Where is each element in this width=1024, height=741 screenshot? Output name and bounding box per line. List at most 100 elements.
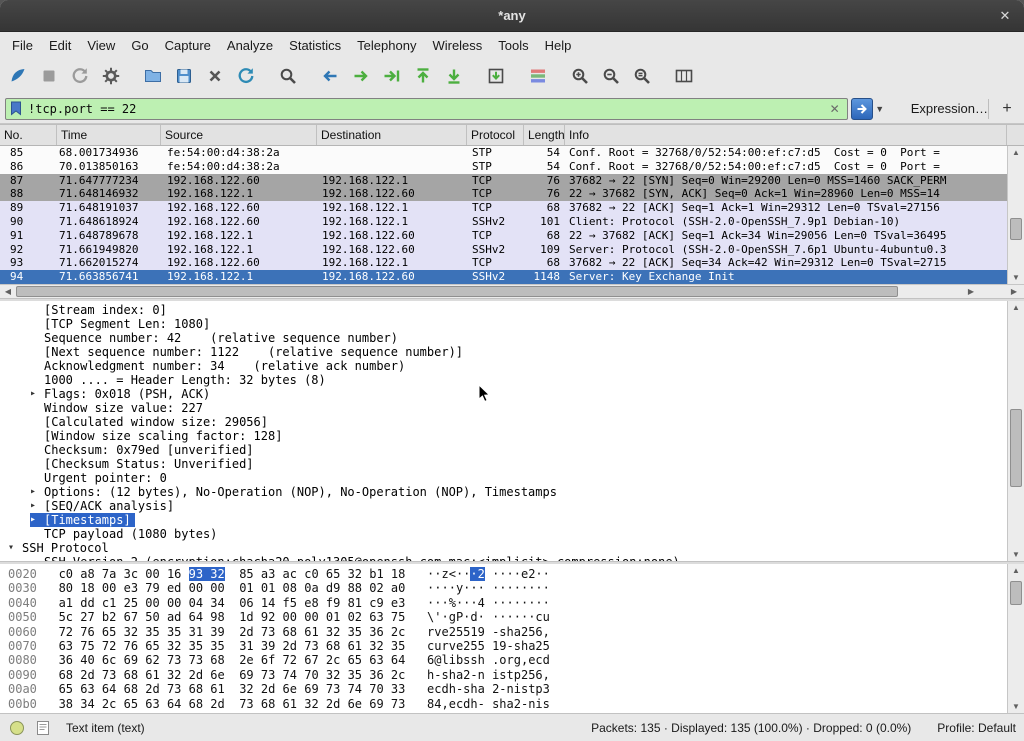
detail-line[interactable]: Sequence number: 42 (relative sequence n…	[30, 331, 402, 345]
hex-line[interactable]: 0040 a1 dd c1 25 00 00 04 34 06 14 f5 e8…	[8, 596, 1024, 610]
scroll-left-icon[interactable]: ◀	[1, 285, 15, 298]
hex-line[interactable]: 00b0 38 34 2c 65 63 64 68 2d 73 68 61 32…	[8, 697, 1024, 711]
detail-line[interactable]: [Next sequence number: 1122 (relative se…	[30, 345, 467, 359]
scroll-up-icon[interactable]: ▲	[1008, 564, 1024, 577]
detail-line[interactable]: [Checksum Status: Unverified]	[30, 457, 258, 471]
packet-row[interactable]: 8871.648146932192.168.122.1192.168.122.6…	[0, 187, 1007, 201]
details-scrollbar[interactable]: ▲ ▼	[1007, 301, 1024, 561]
close-file-button[interactable]	[201, 62, 229, 90]
hex-line[interactable]: 0030 80 18 00 e3 79 ed 00 00 01 01 08 0a…	[8, 581, 1024, 595]
go-first-packet-button[interactable]	[409, 62, 437, 90]
column-header-source[interactable]: Source	[161, 125, 317, 145]
scroll-right-icon[interactable]: ▶	[964, 285, 978, 298]
hex-line[interactable]: 0090 68 2d 73 68 61 32 2d 6e 69 73 74 70…	[8, 668, 1024, 682]
filter-bookmark-icon[interactable]	[10, 101, 24, 117]
detail-line[interactable]: ▸[Timestamps]	[30, 513, 135, 527]
scrollbar-thumb[interactable]	[1010, 581, 1022, 605]
restart-capture-button[interactable]	[66, 62, 94, 90]
resize-columns-button[interactable]	[670, 62, 698, 90]
filter-clear-icon[interactable]: ✕	[827, 102, 843, 116]
scroll-up-icon[interactable]: ▲	[1008, 301, 1024, 314]
menu-item-capture[interactable]: Capture	[157, 35, 219, 56]
menu-item-file[interactable]: File	[4, 35, 41, 56]
go-forward-button[interactable]	[347, 62, 375, 90]
hex-line[interactable]: 00a0 65 63 64 68 2d 73 68 61 32 2d 6e 69…	[8, 682, 1024, 696]
capture-options-button[interactable]	[97, 62, 125, 90]
packet-row[interactable]: 8971.648191037192.168.122.60192.168.122.…	[0, 201, 1007, 215]
hex-line[interactable]: 0020 c0 a8 7a 3c 00 16 93 32 85 a3 ac c0…	[8, 567, 1024, 581]
detail-line[interactable]: SSH Version 2 (encryption:chacha20-poly1…	[30, 555, 684, 561]
find-packet-button[interactable]	[274, 62, 302, 90]
packet-list-hscrollbar[interactable]: ◀ ▶ ▶	[0, 284, 1024, 298]
packet-row[interactable]: 8771.647777234192.168.122.60192.168.122.…	[0, 174, 1007, 188]
packet-list-scrollbar[interactable]: ▲ ▼	[1007, 146, 1024, 284]
zoom-out-button[interactable]	[597, 62, 625, 90]
detail-line[interactable]: [Window size scaling factor: 128]	[30, 429, 286, 443]
detail-line[interactable]: ▾SSH Protocol	[8, 541, 113, 555]
close-window-button[interactable]: ✕	[996, 7, 1014, 25]
go-back-button[interactable]	[316, 62, 344, 90]
expander-right-icon[interactable]: ▸	[30, 513, 44, 527]
scroll-up-icon[interactable]: ▲	[1008, 146, 1024, 159]
filter-apply-button[interactable]	[851, 98, 873, 120]
packet-row[interactable]: 9371.662015274192.168.122.60192.168.122.…	[0, 256, 1007, 270]
menu-item-edit[interactable]: Edit	[41, 35, 79, 56]
detail-line[interactable]: Checksum: 0x79ed [unverified]	[30, 443, 258, 457]
packet-row[interactable]: 8568.001734936fe:54:00:d4:38:2aSTP54Conf…	[0, 146, 1007, 160]
status-profile-label[interactable]: Profile: Default	[937, 721, 1016, 735]
filter-dropdown-icon[interactable]: ▼	[873, 104, 887, 114]
hex-line[interactable]: 0080 36 40 6c 69 62 73 73 68 2e 6f 72 67…	[8, 653, 1024, 667]
packet-row[interactable]: 9471.663856741192.168.122.1192.168.122.6…	[0, 270, 1007, 284]
auto-scroll-button[interactable]	[482, 62, 510, 90]
menu-item-analyze[interactable]: Analyze	[219, 35, 281, 56]
column-header-info[interactable]: Info	[565, 125, 1007, 145]
hscrollbar-thumb[interactable]	[16, 286, 898, 297]
detail-line[interactable]: TCP payload (1080 bytes)	[30, 527, 221, 541]
menu-item-view[interactable]: View	[79, 35, 123, 56]
scrollbar-thumb[interactable]	[1010, 218, 1022, 240]
detail-line[interactable]: Acknowledgment number: 34 (relative ack …	[30, 359, 409, 373]
detail-line[interactable]: [TCP Segment Len: 1080]	[30, 317, 214, 331]
open-file-button[interactable]	[139, 62, 167, 90]
save-file-button[interactable]	[170, 62, 198, 90]
expander-right-icon[interactable]: ▸	[30, 499, 44, 513]
reload-file-button[interactable]	[232, 62, 260, 90]
go-last-packet-button[interactable]	[440, 62, 468, 90]
detail-line[interactable]: Window size value: 227	[30, 401, 207, 415]
packet-row[interactable]: 9171.648789678192.168.122.1192.168.122.6…	[0, 229, 1007, 243]
scroll-right-end-icon[interactable]: ▶	[1007, 285, 1021, 298]
zoom-in-button[interactable]	[566, 62, 594, 90]
menu-item-tools[interactable]: Tools	[490, 35, 536, 56]
hex-line[interactable]: 0060 72 76 65 32 35 35 31 39 2d 73 68 61…	[8, 625, 1024, 639]
detail-line[interactable]: ▸[SEQ/ACK analysis]	[30, 499, 178, 513]
detail-line[interactable]: [Stream index: 0]	[30, 303, 171, 317]
stop-capture-button[interactable]	[35, 62, 63, 90]
packet-row[interactable]: 9071.648618924192.168.122.60192.168.122.…	[0, 215, 1007, 229]
zoom-normal-button[interactable]	[628, 62, 656, 90]
packet-row[interactable]: 8670.013850163fe:54:00:d4:38:2aSTP54Conf…	[0, 160, 1007, 174]
menu-item-statistics[interactable]: Statistics	[281, 35, 349, 56]
start-capture-button[interactable]	[4, 62, 32, 90]
menu-item-go[interactable]: Go	[123, 35, 156, 56]
colorize-packets-button[interactable]	[524, 62, 552, 90]
column-header-protocol[interactable]: Protocol	[467, 125, 524, 145]
go-to-packet-button[interactable]	[378, 62, 406, 90]
column-header-no[interactable]: No.	[0, 125, 57, 145]
menu-item-telephony[interactable]: Telephony	[349, 35, 424, 56]
detail-line[interactable]: 1000 .... = Header Length: 32 bytes (8)	[30, 373, 330, 387]
expander-down-icon[interactable]: ▾	[8, 541, 22, 555]
hex-line[interactable]: 0050 5c 27 b2 67 50 ad 64 98 1d 92 00 00…	[8, 610, 1024, 624]
hex-line[interactable]: 0070 63 75 72 76 65 32 35 35 31 39 2d 73…	[8, 639, 1024, 653]
capture-comments-icon[interactable]	[34, 719, 52, 737]
expression-button[interactable]: Expression…	[911, 101, 988, 116]
menu-item-help[interactable]: Help	[537, 35, 580, 56]
display-filter-input[interactable]: !tcp.port == 22 ✕	[5, 98, 848, 120]
detail-line[interactable]: ▸Flags: 0x018 (PSH, ACK)	[30, 387, 214, 401]
detail-line[interactable]: ▸Options: (12 bytes), No-Operation (NOP)…	[30, 485, 561, 499]
scroll-down-icon[interactable]: ▼	[1008, 548, 1024, 561]
scroll-down-icon[interactable]: ▼	[1008, 700, 1024, 713]
column-header-length[interactable]: Length	[524, 125, 565, 145]
expander-right-icon[interactable]: ▸	[30, 485, 44, 499]
titlebar[interactable]: *any ✕	[0, 0, 1024, 32]
menu-item-wireless[interactable]: Wireless	[424, 35, 490, 56]
